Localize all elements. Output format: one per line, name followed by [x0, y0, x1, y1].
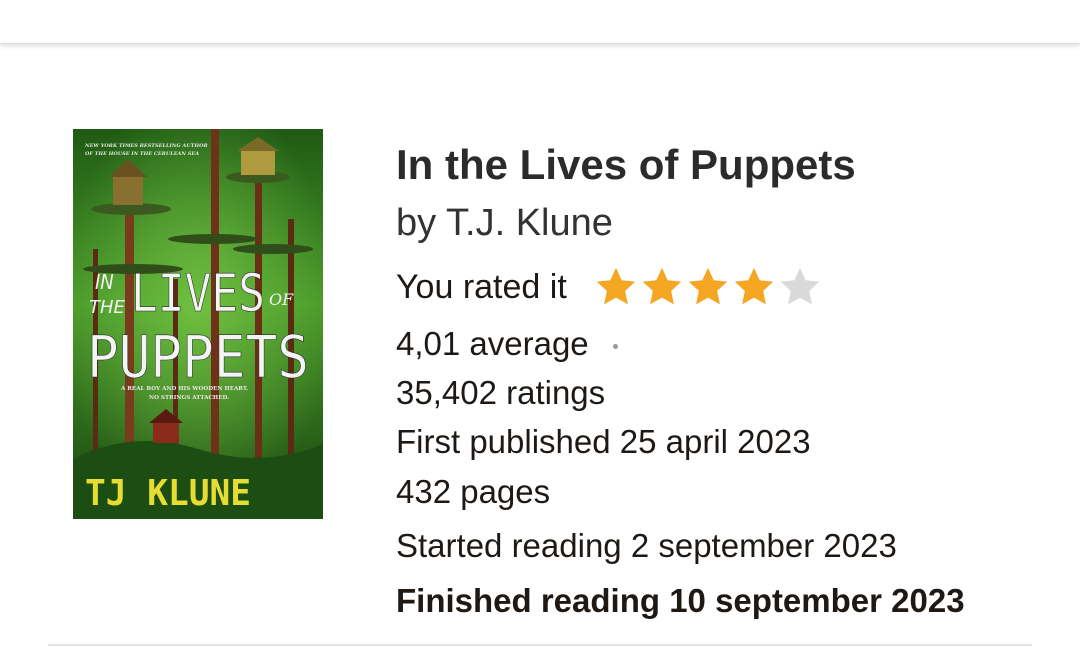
cover-author-text: TJ KLUNE	[85, 473, 251, 514]
page-count: 432 pages	[396, 473, 551, 510]
cover-word-puppets: PUPPETS	[87, 323, 309, 391]
finished-reading: Finished reading 10 september 2023	[396, 582, 965, 619]
star-icon[interactable]	[639, 265, 685, 309]
star-icon[interactable]	[685, 265, 731, 309]
top-app-bar	[0, 0, 1080, 44]
star-icon[interactable]	[593, 265, 639, 309]
author-line: by T.J. Klune	[396, 202, 613, 245]
star-rating	[593, 265, 823, 309]
cover-tagline-top-2: OF THE HOUSE IN THE CERULEAN SEA	[85, 151, 199, 157]
average-rating: 4,01 average	[396, 325, 589, 362]
cover-word-of: OF	[269, 290, 294, 309]
cover-subtitle-1: A REAL BOY AND HIS WOODEN HEART.	[120, 386, 248, 392]
author-link[interactable]: T.J. Klune	[446, 202, 613, 244]
divider	[48, 644, 1032, 646]
book-cover-art: NEW YORK TIMES BESTSELLING AUTHOR OF THE…	[73, 129, 323, 519]
author-prefix: by	[396, 202, 437, 244]
cover-subtitle-2: NO STRINGS ATTACHED.	[149, 395, 229, 401]
started-reading: Started reading 2 september 2023	[396, 527, 897, 564]
user-rating-label: You rated it	[396, 267, 567, 306]
first-published: First published 25 april 2023	[396, 423, 811, 460]
cover-word-the: THE	[89, 297, 126, 318]
average-rating-line: 4,01 average	[396, 325, 618, 363]
book-title[interactable]: In the Lives of Puppets	[396, 141, 856, 189]
dot-separator	[612, 343, 618, 349]
book-cover[interactable]: NEW YORK TIMES BESTSELLING AUTHOR OF THE…	[73, 129, 323, 519]
cover-word-in: IN	[95, 270, 114, 294]
star-icon[interactable]	[777, 265, 823, 309]
ratings-count: 35,402 ratings	[396, 374, 606, 411]
user-rating: You rated it	[396, 265, 823, 309]
cover-word-lives: LIVES	[131, 264, 265, 324]
star-icon[interactable]	[731, 265, 777, 309]
cover-tagline-top-1: NEW YORK TIMES BESTSELLING AUTHOR	[84, 143, 208, 149]
